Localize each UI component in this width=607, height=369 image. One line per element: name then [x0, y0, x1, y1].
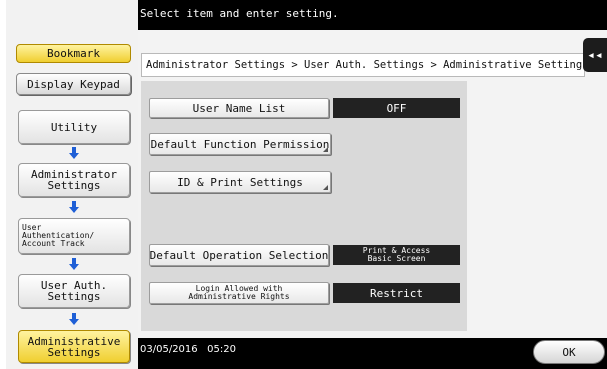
display-keypad-button[interactable]: Display Keypad — [16, 73, 131, 95]
user-name-list-button[interactable]: User Name List — [149, 98, 329, 118]
default-function-permission-label: Default Function Permission — [150, 137, 330, 151]
crumb-user-auth-settings[interactable]: User Auth. Settings — [18, 274, 130, 308]
breadcrumb: Administrator Settings > User Auth. Sett… — [141, 53, 589, 77]
user-name-list-value: OFF — [333, 98, 460, 118]
collapse-panel-icon[interactable]: ◂◂ — [583, 38, 607, 72]
crumb-administrative-settings[interactable]: Administrative Settings — [18, 330, 130, 363]
crumb-utility-label: Utility — [50, 120, 98, 134]
crumb-label-line2: Settings — [47, 179, 101, 192]
crumb-user-authentication[interactable]: User Authentication/ Account Track — [18, 218, 130, 254]
message-bar: Select item and enter setting. — [138, 0, 607, 30]
crumb-label-line2: Settings — [47, 345, 101, 359]
crumb-label-line2: Settings — [47, 290, 101, 303]
ok-button[interactable]: OK — [533, 340, 605, 364]
id-print-settings-label: ID & Print Settings — [177, 175, 303, 189]
login-allowed-value: Restrict — [333, 283, 460, 303]
login-allowed-label-line2: Administrative Rights — [188, 292, 290, 301]
crumb-utility[interactable]: Utility — [18, 110, 130, 144]
down-arrow-icon — [68, 201, 80, 213]
submenu-corner-icon — [323, 147, 328, 152]
default-operation-selection-label: Default Operation Selection — [149, 248, 329, 262]
date-time: 03/05/2016 05:20 — [140, 344, 236, 355]
left-sidebar: Bookmark Display Keypad Utility Administ… — [6, 0, 138, 369]
instruction-message: Select item and enter setting. — [140, 7, 339, 20]
default-operation-selection-value: Print & Access Basic Screen — [333, 245, 460, 265]
default-function-permission-button[interactable]: Default Function Permission — [149, 133, 331, 155]
down-arrow-icon — [68, 313, 80, 325]
value-line2: Basic Screen — [367, 254, 426, 263]
user-name-list-label: User Name List — [192, 101, 286, 115]
default-operation-selection-button[interactable]: Default Operation Selection — [149, 244, 329, 266]
crumb-administrator-settings[interactable]: Administrator Settings — [18, 163, 130, 197]
crumb-label-line1: Administrative — [27, 334, 121, 348]
id-print-settings-button[interactable]: ID & Print Settings — [149, 171, 331, 193]
submenu-corner-icon — [323, 185, 328, 190]
bookmark-button[interactable]: Bookmark — [16, 44, 131, 63]
login-allowed-admin-rights-button[interactable]: Login Allowed with Administrative Rights — [149, 282, 329, 304]
crumb-label-line3: Account Track — [22, 239, 85, 248]
down-arrow-icon — [68, 258, 80, 270]
down-arrow-icon — [68, 147, 80, 159]
